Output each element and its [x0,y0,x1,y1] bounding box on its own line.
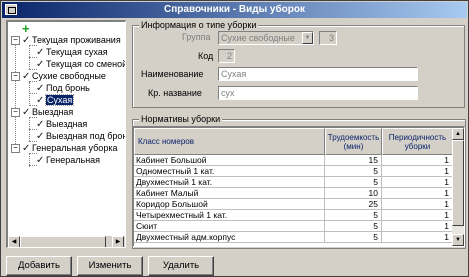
cell-room-class: Двухместный адм.корпус [134,232,325,243]
name-field[interactable]: Сухая [218,67,418,81]
cleaning-types-tree[interactable]: + − ✓ Текущая проживания ✓ Текущая сухая… [6,20,126,248]
window: Справочники - Виды уборок + − ✓ Текущая … [0,0,469,277]
check-icon: ✓ [36,95,45,106]
add-button[interactable]: Добавить [6,256,72,276]
check-icon: ✓ [36,131,45,142]
tree-node[interactable]: Выездная [32,107,73,118]
delete-button[interactable]: Удалить [148,256,214,276]
cell-labor: 15 [325,155,382,166]
table-body: Кабинет Большой 15 1 Одноместный 1 кат. … [134,155,453,243]
tree-node[interactable]: Текущая со сменой [46,59,125,70]
scroll-up-icon[interactable]: ▲ [452,128,464,140]
cell-periodicity: 1 [382,232,453,243]
cell-room-class: Двухместный 1 кат. [134,177,325,188]
cell-labor: 25 [325,199,382,210]
cell-room-class: Четырехместный 1 кат. [134,210,325,221]
scroll-thumb[interactable] [20,236,106,247]
cell-labor: 5 [325,232,382,243]
table-header: Класс номеров Трудоемкость (мин) Периоди… [134,128,453,155]
cell-room-class: Сюит [134,221,325,232]
edit-button[interactable]: Изменить [77,256,143,276]
group-label: Группа [182,32,211,42]
scroll-down-icon[interactable]: ▼ [452,234,464,246]
tree-node-label: Сухая [44,94,75,106]
tree-node[interactable]: Выездная [46,119,87,130]
cell-periodicity: 1 [382,199,453,210]
table-row[interactable]: Кабинет Малый 10 1 [134,188,453,199]
cell-labor: 10 [325,188,382,199]
check-icon: ✓ [36,47,45,58]
scroll-left-icon[interactable]: ◀ [8,236,20,247]
cell-labor: 5 [325,210,382,221]
code-label: Код [198,51,214,61]
cell-labor: 5 [325,221,382,232]
table-row[interactable]: Коридор Большой 25 1 [134,199,453,210]
tree-node[interactable]: Сухие свободные [32,71,106,82]
check-icon: ✓ [36,155,45,166]
cell-periodicity: 1 [382,221,453,232]
check-icon: ✓ [36,119,45,130]
tree-node-selected[interactable]: Сухая [44,94,75,106]
table-row[interactable]: Одноместный 1 кат. 5 1 [134,166,453,177]
tree-node[interactable]: Выездная под бронь [46,131,125,142]
name-label: Наименование [141,69,204,79]
group-value: Сухие свободные [221,33,295,43]
tree-node[interactable]: Под бронь [46,83,90,94]
collapse-icon[interactable]: − [11,72,20,81]
cell-periodicity: 1 [382,188,453,199]
tree-node[interactable]: Текущая сухая [46,47,108,58]
tree-node[interactable]: Текущая проживания [32,35,121,46]
table-row[interactable]: Четырехместный 1 кат. 5 1 [134,210,453,221]
cell-labor: 5 [325,177,382,188]
collapse-icon[interactable]: − [11,36,20,45]
add-node-icon[interactable]: + [22,22,30,35]
info-group: Информация о типе уборки Группа Сухие св… [132,20,465,108]
check-icon: ✓ [36,59,45,70]
column-header-periodicity[interactable]: Периодичность уборки [382,128,453,155]
short-name-label: Кр. название [148,88,202,98]
cell-room-class: Кабинет Малый [134,188,325,199]
check-icon: ✓ [36,83,45,94]
group-combobox[interactable]: Сухие свободные ▼ [218,31,314,45]
column-header-room-class[interactable]: Класс номеров [134,128,325,155]
title-bar[interactable]: Справочники - Виды уборок [2,2,467,18]
check-icon: ✓ [22,71,31,82]
check-icon: ✓ [22,107,31,118]
table-row[interactable]: Сюит 5 1 [134,221,453,232]
scroll-right-icon[interactable]: ▶ [112,236,124,247]
table-row[interactable]: Двухместный 1 кат. 5 1 [134,177,453,188]
table-row[interactable]: Кабинет Большой 15 1 [134,155,453,166]
cell-room-class: Коридор Большой [134,199,325,210]
chevron-down-icon[interactable]: ▼ [302,32,313,44]
window-title: Справочники - Виды уборок [164,4,305,15]
tree-horizontal-scrollbar[interactable]: ◀ ▶ [8,235,125,247]
tree-node[interactable]: Генеральная [46,155,100,166]
cell-periodicity: 1 [382,166,453,177]
code-field: 2 [218,49,235,63]
table-row[interactable]: Двухместный адм.корпус 5 1 [134,232,453,243]
check-icon: ✓ [22,143,31,154]
info-group-title: Информация о типе уборки [139,20,259,30]
scroll-thumb[interactable] [452,140,464,226]
column-header-labor[interactable]: Трудоемкость (мин) [325,128,382,155]
cell-labor: 5 [325,166,382,177]
check-icon: ✓ [22,35,31,46]
cell-periodicity: 1 [382,155,453,166]
collapse-icon[interactable]: − [11,144,20,153]
cell-room-class: Одноместный 1 кат. [134,166,325,177]
table-vertical-scrollbar[interactable]: ▲ ▼ [452,128,464,246]
cell-room-class: Кабинет Большой [134,155,325,166]
cell-periodicity: 1 [382,177,453,188]
short-name-field[interactable]: сух [218,86,418,100]
norms-table[interactable]: Класс номеров Трудоемкость (мин) Периоди… [132,126,465,247]
norms-group-title: Нормативы уборки [139,114,223,124]
group-id-field: 3 [319,31,337,45]
cell-periodicity: 1 [382,210,453,221]
collapse-icon[interactable]: − [11,108,20,117]
tree-node[interactable]: Генеральная уборка [32,143,117,154]
